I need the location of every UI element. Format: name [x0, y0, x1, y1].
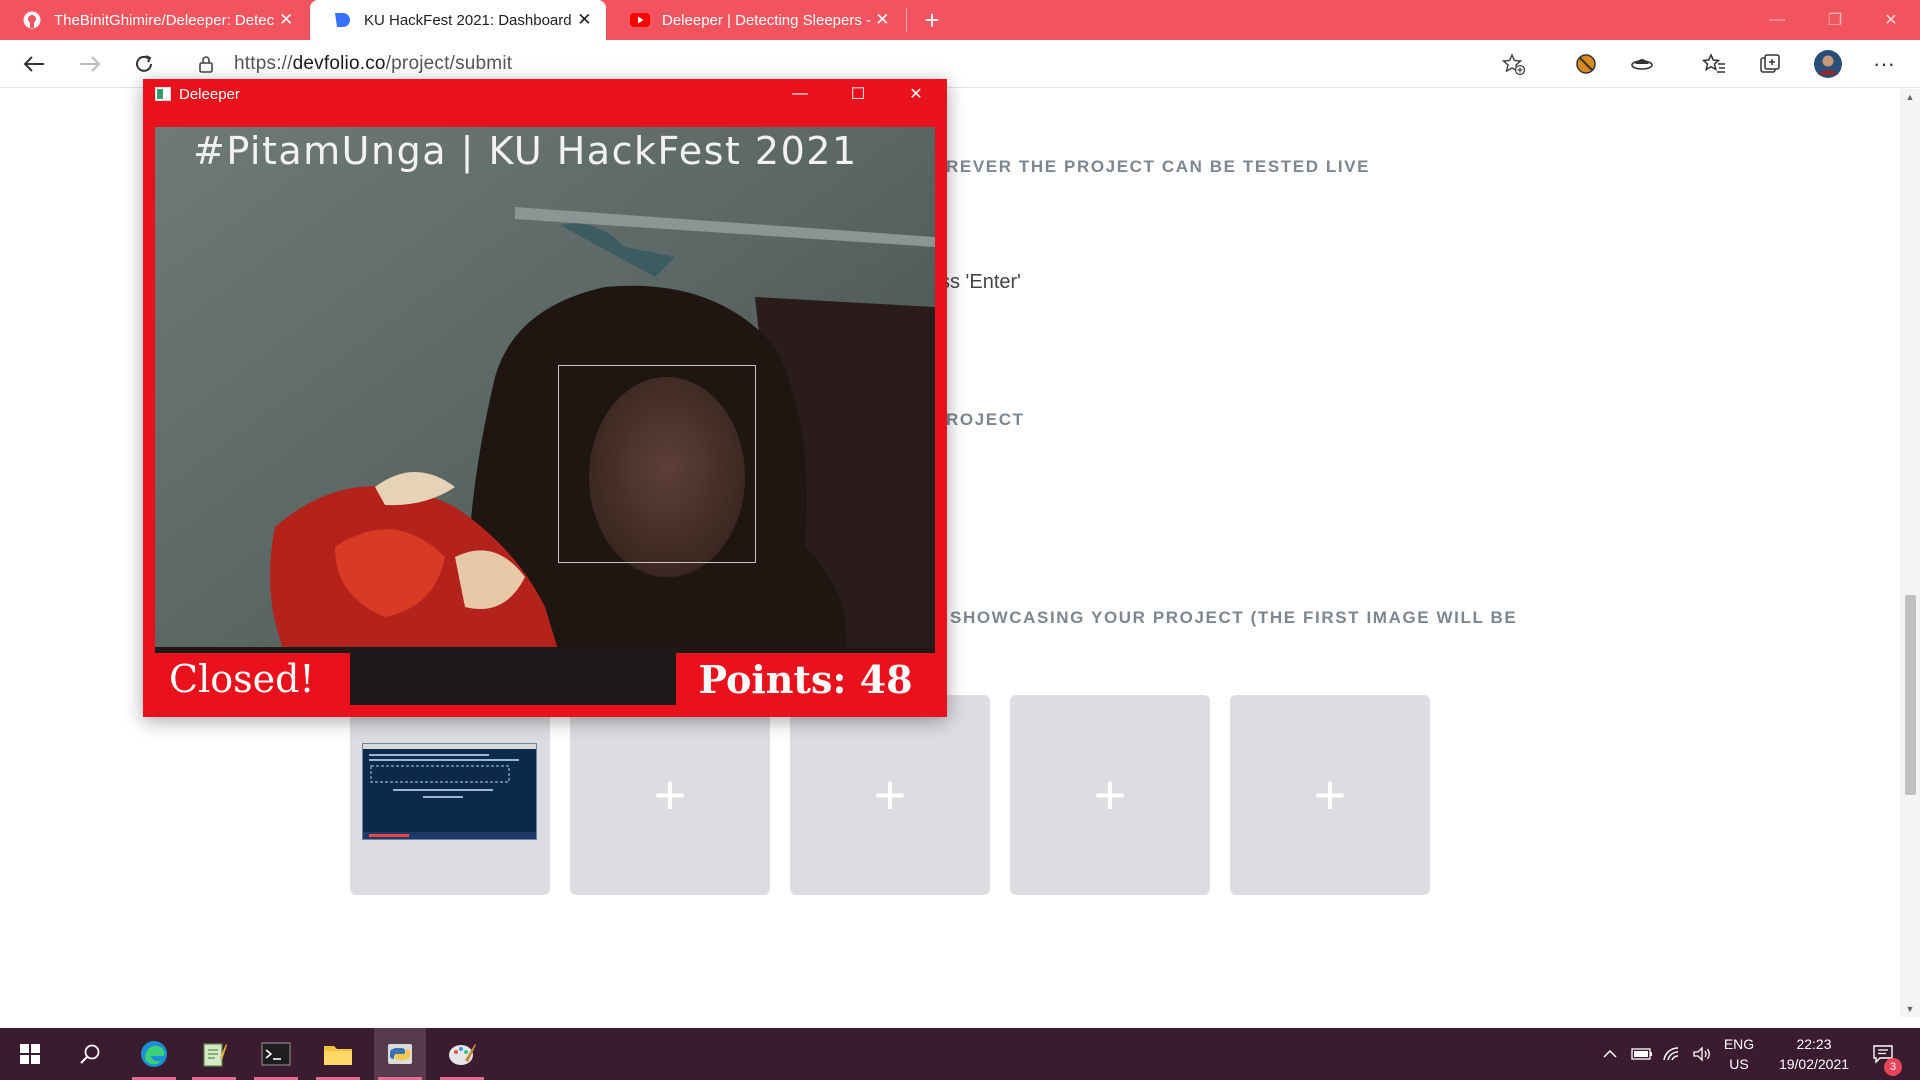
minimize-button[interactable]: ― — [771, 79, 829, 109]
section-heading-live-test: REVER THE PROJECT CAN BE TESTED LIVE — [946, 157, 1371, 176]
close-icon[interactable]: ✕ — [873, 10, 892, 30]
refresh-button[interactable] — [126, 48, 162, 80]
face-detection-box — [558, 365, 756, 563]
paint-icon[interactable] — [436, 1028, 488, 1080]
webcam-feed: #PitamUnga | KU HackFest 2021 Closed! Po… — [155, 127, 935, 705]
edge-icon[interactable] — [128, 1028, 180, 1080]
youtube-icon — [630, 10, 650, 30]
wifi-icon[interactable] — [1658, 1028, 1686, 1080]
scroll-up-icon[interactable]: ▲ — [1900, 89, 1920, 105]
favorites-icon[interactable] — [1696, 48, 1732, 80]
profile-avatar[interactable] — [1810, 48, 1846, 80]
points-value: 48 — [859, 656, 913, 702]
terminal-screenshot-image — [363, 744, 536, 839]
points-counter: Points: 48 — [676, 653, 935, 705]
more-menu-icon[interactable]: ··· — [1866, 48, 1902, 80]
close-window-button[interactable]: ✕ — [887, 79, 945, 109]
lock-icon — [198, 55, 214, 78]
plus-icon: + — [873, 763, 907, 826]
page-scrollbar[interactable]: ▲ ▼ — [1900, 89, 1920, 1017]
overlay-title: #PitamUnga | KU HackFest 2021 — [193, 129, 858, 173]
tab-devfolio[interactable]: KU HackFest 2021: Dashboard | D ✕ — [310, 0, 606, 40]
close-icon[interactable]: ✕ — [575, 10, 594, 30]
notification-count-badge: 3 — [1884, 1058, 1902, 1076]
url-prefix: https:// — [234, 53, 293, 74]
section-heading-project: ROJECT — [946, 410, 1025, 429]
scroll-down-icon[interactable]: ▼ — [1900, 1001, 1920, 1017]
terminal-icon[interactable] — [250, 1028, 302, 1080]
scrollbar-thumb[interactable] — [1905, 595, 1916, 795]
minimize-button[interactable]: ― — [1748, 0, 1806, 40]
windows-start-icon[interactable] — [4, 1028, 56, 1080]
devfolio-icon — [332, 10, 352, 30]
python-icon[interactable] — [374, 1028, 426, 1080]
region-label: US — [1729, 1056, 1749, 1072]
eye-status-label: Closed! — [155, 653, 350, 705]
plus-icon: + — [1093, 763, 1127, 826]
back-button[interactable] — [16, 48, 52, 80]
notepad-icon[interactable] — [188, 1028, 240, 1080]
add-image-tile[interactable]: + — [1230, 695, 1430, 895]
new-tab-button[interactable]: + — [916, 4, 948, 36]
add-favorite-icon[interactable] — [1501, 52, 1526, 81]
collections-icon[interactable] — [1752, 48, 1788, 80]
show-hidden-icons-icon[interactable] — [1598, 1028, 1622, 1080]
search-icon[interactable] — [64, 1028, 116, 1080]
github-icon — [22, 10, 42, 30]
window-title: Deleeper — [179, 85, 240, 103]
restore-button[interactable]: ❐ — [1806, 0, 1864, 40]
maximize-button[interactable]: ☐ — [829, 79, 887, 109]
deleeper-titlebar[interactable]: Deleeper ― ☐ ✕ — [143, 79, 947, 109]
refresh-icon — [136, 55, 152, 72]
address-bar[interactable]: https://devfolio.co/project/submit — [182, 46, 1534, 82]
tab-youtube[interactable]: Deleeper | Detecting Sleepers - S ✕ — [608, 0, 904, 40]
browser-tab-strip: TheBinitGhimire/Deleeper: Detec ✕ KU Hac… — [0, 0, 1920, 40]
arrow-left-icon — [23, 56, 44, 72]
tab-label: Deleeper | Detecting Sleepers - S — [662, 11, 873, 29]
enter-hint: ss 'Enter' — [940, 271, 1021, 293]
tab-label: TheBinitGhimire/Deleeper: Detec — [54, 11, 275, 29]
deleeper-window[interactable]: Deleeper ― ☐ ✕ #PitamUnga | KU HackFest … — [143, 79, 947, 717]
url-host: devfolio.co — [292, 53, 386, 74]
url-path: /project/submit — [385, 53, 513, 74]
extension-icon[interactable] — [1568, 48, 1604, 80]
incognito-extension-icon[interactable] — [1624, 48, 1660, 80]
plus-icon: + — [653, 763, 687, 826]
add-image-tile[interactable]: + — [570, 695, 770, 895]
language-indicator[interactable]: ENG US — [1717, 1034, 1761, 1074]
windows-taskbar: ENG US 22:23 19/02/2021 3 — [0, 1028, 1920, 1080]
file-explorer-icon[interactable] — [312, 1028, 364, 1080]
plus-icon: + — [1313, 763, 1347, 826]
arrow-right-icon — [80, 56, 101, 72]
forward-button[interactable] — [72, 48, 108, 80]
clock-time: 22:23 — [1796, 1036, 1832, 1052]
uploaded-image-thumbnail — [362, 743, 537, 840]
tab-github[interactable]: TheBinitGhimire/Deleeper: Detec ✕ — [0, 0, 308, 40]
close-window-button[interactable]: ✕ — [1862, 0, 1920, 40]
webcam-frame-image — [155, 127, 935, 705]
language-label: ENG — [1723, 1036, 1755, 1052]
url-text: https://devfolio.co/project/submit — [234, 53, 512, 75]
points-label: Points: — [698, 656, 847, 702]
add-image-tile[interactable]: + — [1010, 695, 1210, 895]
volume-icon[interactable] — [1688, 1028, 1716, 1080]
clock-date: 19/02/2021 — [1778, 1056, 1850, 1072]
clock[interactable]: 22:23 19/02/2021 — [1764, 1034, 1864, 1074]
tab-label: KU HackFest 2021: Dashboard | D — [364, 11, 575, 29]
add-image-tile[interactable]: + — [790, 695, 990, 895]
tab-separator — [906, 8, 907, 32]
battery-icon[interactable] — [1628, 1028, 1656, 1080]
app-icon — [155, 87, 171, 101]
close-icon[interactable]: ✕ — [276, 10, 296, 30]
section-heading-images: SHOWCASING YOUR PROJECT (THE FIRST IMAGE… — [950, 608, 1518, 627]
